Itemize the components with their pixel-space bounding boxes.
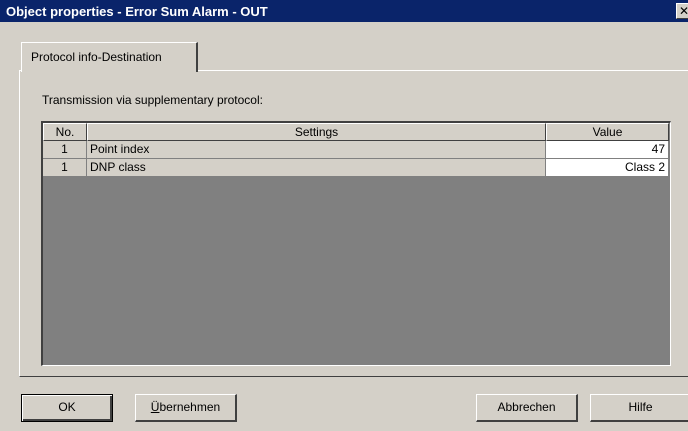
ok-button-label: OK xyxy=(58,400,76,414)
settings-grid[interactable]: No. Settings Value 1 Point index 47 1 DN… xyxy=(41,121,671,366)
close-icon[interactable]: ✕ xyxy=(676,3,688,19)
intro-label: Transmission via supplementary protocol: xyxy=(42,93,263,107)
cancel-button[interactable]: Abbrechen xyxy=(476,394,578,422)
row-value-input[interactable]: Class 2 xyxy=(546,159,669,177)
window-title: Object properties - Error Sum Alarm - OU… xyxy=(6,4,268,19)
tab-protocol-info-destination[interactable]: Protocol info-Destination xyxy=(21,42,198,72)
column-header-value[interactable]: Value xyxy=(546,123,669,141)
apply-button[interactable]: Übernehmen xyxy=(135,394,237,422)
row-number: 1 xyxy=(43,141,87,159)
ok-button[interactable]: OK xyxy=(21,394,113,422)
row-value-input[interactable]: 47 xyxy=(546,141,669,159)
row-number: 1 xyxy=(43,159,87,177)
title-bar: Object properties - Error Sum Alarm - OU… xyxy=(0,0,688,22)
row-setting: Point index xyxy=(87,141,546,159)
help-button-label: Hilfe xyxy=(628,400,653,414)
row-setting: DNP class xyxy=(87,159,546,177)
cancel-button-label: Abbrechen xyxy=(497,400,556,414)
column-header-settings[interactable]: Settings xyxy=(87,123,546,141)
tab-label: Protocol info-Destination xyxy=(31,50,162,64)
help-button[interactable]: Hilfe xyxy=(590,394,688,422)
apply-label-rest: bernehmen xyxy=(159,400,221,414)
apply-button-label: Übernehmen xyxy=(151,400,220,414)
column-header-no[interactable]: No. xyxy=(43,123,87,141)
